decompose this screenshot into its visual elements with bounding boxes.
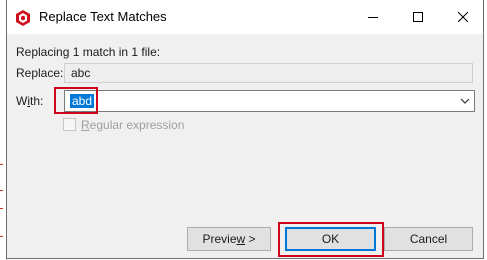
- close-icon: [457, 12, 468, 22]
- editor-marker: [0, 236, 3, 237]
- editor-marker: [0, 190, 3, 191]
- editor-marker: [0, 164, 3, 165]
- cancel-button[interactable]: Cancel: [384, 227, 473, 251]
- app-icon: [16, 10, 30, 26]
- window-title: Replace Text Matches: [39, 9, 167, 24]
- replace-label: Replace:: [16, 66, 64, 80]
- replace-value: abc: [71, 66, 91, 80]
- regex-label: Regular expression: [81, 118, 185, 132]
- with-combobox[interactable]: abd: [64, 90, 475, 112]
- maximize-icon: [412, 12, 423, 22]
- preview-button[interactable]: Previe w >: [187, 227, 271, 251]
- maximize-button[interactable]: [395, 0, 440, 34]
- ok-button[interactable]: OK: [285, 227, 376, 251]
- editor-marker: [0, 208, 3, 209]
- title-bar[interactable]: Replace Text Matches: [7, 0, 483, 34]
- with-label: With:: [16, 94, 44, 108]
- replace-dialog: Replace Text Matches Replacing 1 match i…: [6, 0, 484, 259]
- replace-field: abc: [64, 63, 473, 83]
- minimize-button[interactable]: [350, 0, 395, 34]
- chevron-down-icon[interactable]: [459, 96, 471, 106]
- summary-text: Replacing 1 match in 1 file:: [16, 45, 161, 59]
- regex-checkbox[interactable]: [63, 118, 76, 131]
- with-input-selected-text[interactable]: abd: [70, 94, 95, 108]
- close-button[interactable]: [440, 0, 485, 34]
- minimize-icon: [367, 17, 378, 18]
